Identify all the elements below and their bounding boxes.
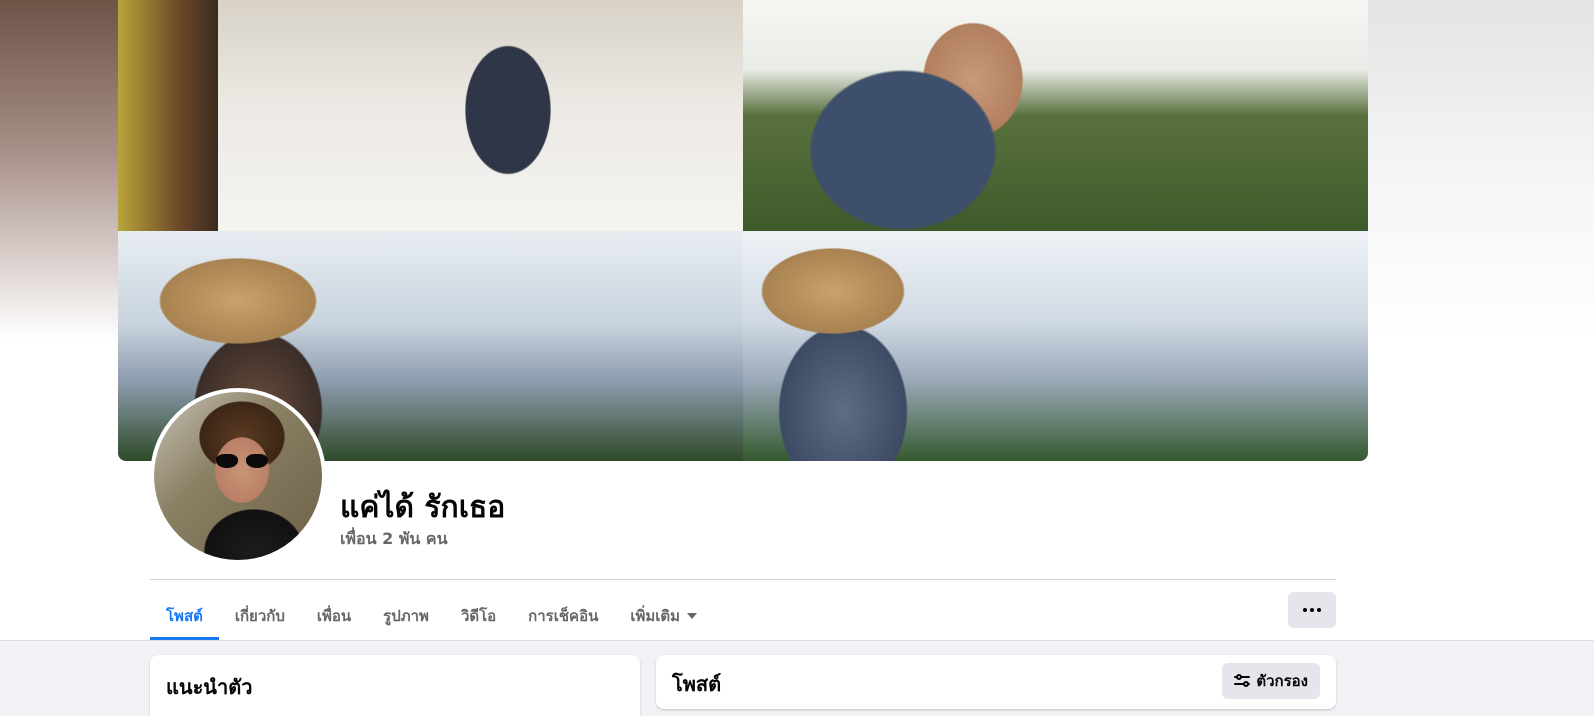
friends-count[interactable]: เพื่อน 2 พัน คน <box>340 527 448 552</box>
posts-title: โพสต์ <box>672 672 722 696</box>
tab-photos[interactable]: รูปภาพ <box>367 592 445 640</box>
cover-photo-detail <box>118 0 218 231</box>
header-divider <box>150 579 1336 580</box>
profile-tabs: โพสต์ เกี่ยวกับ เพื่อน รูปภาพ วิดีโอ การ… <box>150 592 713 640</box>
tab-label: โพสต์ <box>166 607 203 625</box>
cover-photo-tile <box>118 0 743 231</box>
tab-label: วิดีโอ <box>460 607 497 625</box>
cover-photo-tile <box>743 0 1368 231</box>
more-options-button[interactable] <box>1288 592 1336 628</box>
tab-posts[interactable]: โพสต์ <box>150 592 219 640</box>
cover-blur-left <box>0 0 118 340</box>
cover-photo-tile <box>743 231 1368 461</box>
profile-name: แค่ได้ รักเธอ <box>340 490 506 525</box>
tab-label: เพิ่มเติม <box>630 607 681 625</box>
more-horizontal-icon <box>1303 608 1321 612</box>
intro-title: แนะนำตัว <box>166 675 253 699</box>
profile-avatar[interactable] <box>150 388 326 564</box>
profile-picture <box>154 392 322 560</box>
tab-label: รูปภาพ <box>383 607 429 625</box>
tab-label: การเช็คอิน <box>528 607 599 625</box>
filter-button[interactable]: ตัวกรอง <box>1222 663 1320 699</box>
filter-sliders-icon <box>1234 674 1251 688</box>
sunglasses-detail <box>216 454 272 470</box>
tab-label: เกี่ยวกับ <box>234 607 285 625</box>
tab-more[interactable]: เพิ่มเติม <box>614 592 713 640</box>
intro-card: แนะนำตัว <box>150 655 640 716</box>
cover-photo[interactable] <box>118 0 1368 461</box>
tab-about[interactable]: เกี่ยวกับ <box>219 592 301 640</box>
tab-friends[interactable]: เพื่อน <box>301 592 367 640</box>
tab-label: เพื่อน <box>316 607 352 625</box>
caret-down-icon <box>687 613 698 619</box>
posts-card: โพสต์ ตัวกรอง <box>656 655 1336 709</box>
filter-label: ตัวกรอง <box>1256 672 1308 690</box>
tab-checkins[interactable]: การเช็คอิน <box>512 592 614 640</box>
cover-blur-right <box>1368 0 1594 340</box>
tab-videos[interactable]: วิดีโอ <box>445 592 512 640</box>
tabs-border <box>0 640 1594 641</box>
